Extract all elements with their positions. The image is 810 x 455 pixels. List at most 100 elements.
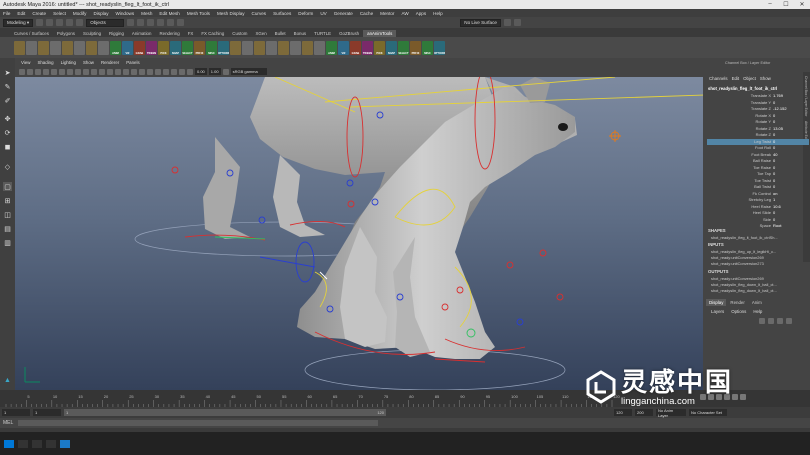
menu-5[interactable]: Display [93,11,108,16]
shelf-tab-1[interactable]: Polygons [53,30,79,37]
camera-attr-icon[interactable] [27,68,33,75]
redo-icon[interactable] [66,19,74,26]
shelf-button-24[interactable] [302,40,313,55]
panel-menu-3[interactable]: Show [83,60,94,65]
menu-2[interactable]: Create [32,11,46,16]
layer-tab-0[interactable]: Display [706,299,727,306]
textured-icon[interactable] [131,68,137,75]
shelf-button-9[interactable]: VIZ [122,40,133,55]
shelf-tab-0[interactable]: Curves / Surfaces [10,30,53,37]
shelf-button-2[interactable] [38,40,49,55]
save-icon[interactable] [46,19,54,26]
layer-menu-2[interactable]: Help [753,309,762,314]
scale-tool-icon[interactable]: ◼ [3,142,12,151]
shelf-button-26[interactable]: ANIM [326,40,337,55]
layer-menu-1[interactable]: Options [731,309,746,314]
lights-icon[interactable] [139,68,145,75]
panel-menu-1[interactable]: Shading [37,60,53,65]
shelf-button-3[interactable] [50,40,61,55]
task-view-icon[interactable] [18,439,28,448]
shelf-button-15[interactable]: PRFIX [194,40,205,55]
menu-12[interactable]: Surfaces [273,11,291,16]
objects-dropdown[interactable]: Objects [86,18,125,27]
symmetry-icon[interactable] [503,19,511,26]
maya-taskbar-icon[interactable] [60,439,70,448]
control-locator-orange[interactable] [609,130,621,142]
command-language-label[interactable]: MEL [3,420,13,426]
select-mode-icon[interactable] [76,19,84,26]
attribute-row[interactable]: Space Root [707,223,809,230]
browser-icon[interactable] [32,439,42,448]
menu-19[interactable]: Apps [416,11,426,16]
range-slider[interactable]: 1 120 [64,409,386,416]
shelf-button-20[interactable] [254,40,265,55]
shapes-item[interactable]: shot_readyslin_fleg_lt_foot_ik_ctrlSh... [711,235,778,240]
shelf-button-4[interactable] [62,40,73,55]
menu-20[interactable]: Help [433,11,442,16]
outliner-view-icon[interactable]: ▤ [3,224,12,233]
outputs-item[interactable]: shot_ready:unitConversion269 [711,276,764,281]
shelf-button-11[interactable]: TWEEN [146,40,157,55]
shelf-button-17[interactable]: OPTIONS [218,40,229,55]
channel-tab-3[interactable]: Show [760,76,771,81]
channel-tab-0[interactable]: Channels [709,76,728,81]
inputs-item[interactable]: shot_readyslin_fleg_up_lt_legikHi_c... [711,249,776,254]
xray-icon[interactable] [171,68,177,75]
folder-icon[interactable] [36,19,44,26]
layer-down-icon[interactable] [768,318,774,324]
shelf-button-28[interactable]: GRAB [350,40,361,55]
shelf-button-30[interactable]: PICK [374,40,385,55]
shelf-tab-11[interactable]: Bonus [290,30,310,37]
inputs-item[interactable]: shot_ready:unitConversion273 [711,261,764,266]
rotate-tool-icon[interactable]: ⟳ [3,128,12,137]
shelf-button-13[interactable]: SNAP [170,40,181,55]
last-tool-icon[interactable]: ◇ [3,162,12,171]
start-time-field[interactable]: 1 [2,409,30,416]
render-icon[interactable] [167,19,175,26]
shelf-tab-7[interactable]: FX Caching [197,30,228,37]
safe-title-icon[interactable] [99,68,105,75]
shelf-button-0[interactable] [14,40,25,55]
outputs-item[interactable]: shot_readyslin_fleg_down_lt_ball_ct... [711,288,777,293]
wireframe-on-shaded-icon[interactable] [123,68,129,75]
panel-menu-2[interactable]: Lighting [61,60,76,65]
shelf-tab-10[interactable]: Bullet [271,30,290,37]
shelf-tab-12[interactable]: TURTLE [310,30,335,37]
channel-tab-1[interactable]: Edit [732,76,740,81]
shelf-button-8[interactable]: ANIM [110,40,121,55]
shelf-button-32[interactable]: SELECT [398,40,409,55]
isolate-icon[interactable] [187,68,193,75]
shelf-button-33[interactable]: PRFIX [410,40,421,55]
shelf-button-1[interactable] [26,40,37,55]
layer-tab-2[interactable]: Anim [749,299,765,306]
grid-icon[interactable] [51,68,57,75]
shelf-tab-4[interactable]: Animation [128,30,156,37]
shelf-tab-3[interactable]: Rigging [105,30,128,37]
minimize-icon[interactable]: – [762,1,778,8]
shelf-button-18[interactable] [230,40,241,55]
two-view-icon[interactable]: ◫ [3,210,12,219]
safe-action-icon[interactable] [91,68,97,75]
viewport-3d[interactable] [15,77,703,390]
menu-3[interactable]: Select [53,11,66,16]
film-gate-icon[interactable] [59,68,65,75]
live-surface-field[interactable]: No Live Surface [460,18,501,27]
shelf-button-25[interactable] [314,40,325,55]
layer-tab-1[interactable]: Render [727,299,747,306]
snap-grid-icon[interactable] [127,19,135,26]
single-view-icon[interactable]: ▢ [3,182,12,191]
shelf-button-19[interactable] [242,40,253,55]
menu-18[interactable]: AW [401,11,408,16]
shelf-tab-8[interactable]: Custom [228,30,251,37]
bookmark-icon[interactable] [35,68,41,75]
antialias-icon[interactable] [163,68,169,75]
field-chart-icon[interactable] [83,68,89,75]
shelf-tab-5[interactable]: Rendering [155,30,183,37]
far-clip-field[interactable]: 1.00 [208,68,221,75]
panel-menu-4[interactable]: Renderer [101,60,119,65]
shelf-button-21[interactable] [266,40,277,55]
shelf-button-29[interactable]: TWEEN [362,40,373,55]
inputs-item[interactable]: shot_ready:unitConversion269 [711,255,764,260]
image-plane-icon[interactable] [43,68,49,75]
paint-select-icon[interactable]: ✐ [3,96,12,105]
